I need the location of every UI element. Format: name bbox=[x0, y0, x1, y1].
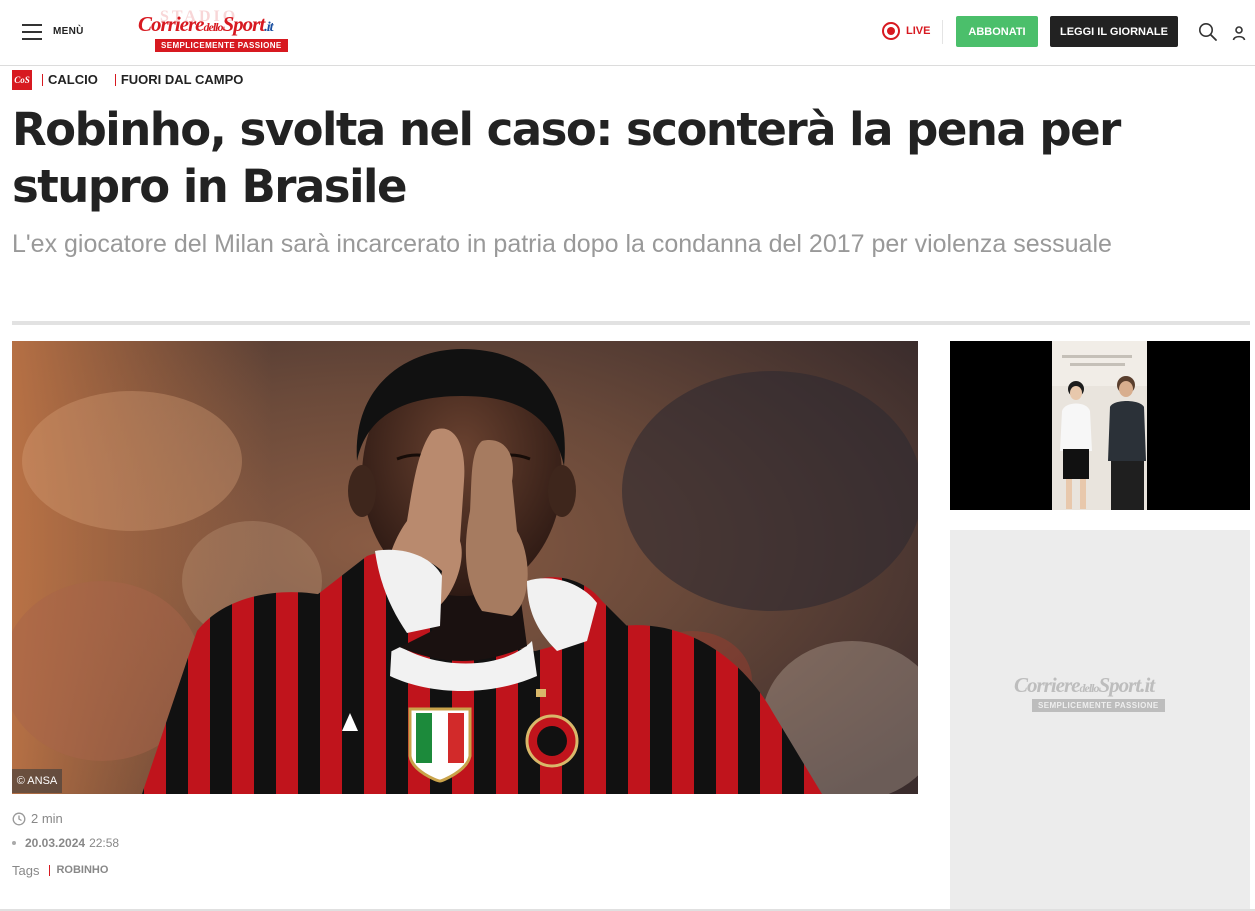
video-thumbnail bbox=[950, 341, 1250, 510]
title-divider bbox=[12, 321, 1250, 325]
breadcrumb: CoS CALCIO FUORI DAL CAMPO bbox=[12, 69, 243, 91]
publish-date: 20.03.2024 22:58 bbox=[12, 836, 119, 850]
article-hero-image[interactable]: © ANSA bbox=[12, 341, 918, 794]
tags-label: Tags bbox=[12, 863, 40, 878]
subscribe-button[interactable]: ABBONATI bbox=[956, 16, 1038, 47]
publish-date-value: 20.03.2024 bbox=[25, 836, 86, 850]
menu-label[interactable]: MENÙ bbox=[53, 26, 84, 37]
read-time: 2 min bbox=[12, 811, 63, 826]
site-logo[interactable]: STADIO CorrieredelloSport.it SEMPLICEMEN… bbox=[138, 8, 304, 54]
image-credit: © ANSA bbox=[12, 769, 62, 793]
section-badge[interactable]: CoS bbox=[12, 70, 32, 90]
ad-placeholder-logo: CorrieredelloSport.it SEMPLICEMENTE PASS… bbox=[1014, 673, 1189, 715]
live-label: LIVE bbox=[906, 25, 931, 37]
tag-robinho[interactable]: ROBINHO bbox=[49, 865, 108, 876]
article-headline: Robinho, svolta nel caso: sconterà la pe… bbox=[12, 103, 1121, 213]
read-newspaper-button[interactable]: LEGGI IL GIORNALE bbox=[1050, 16, 1178, 47]
site-header: MENÙ STADIO CorrieredelloSport.it SEMPLI… bbox=[0, 0, 1255, 66]
header-divider bbox=[942, 20, 943, 44]
breadcrumb-item-fuori-dal-campo[interactable]: FUORI DAL CAMPO bbox=[114, 73, 243, 86]
ad-logo-wordmark: CorrieredelloSport.it bbox=[1014, 673, 1155, 697]
article-subheadline: L'ex giocatore del Milan sarà incarcerat… bbox=[12, 230, 1112, 258]
live-link[interactable]: LIVE bbox=[882, 22, 930, 40]
read-time-value: 2 min bbox=[31, 811, 63, 826]
hamburger-menu-icon[interactable] bbox=[22, 24, 42, 40]
user-icon[interactable] bbox=[1231, 25, 1247, 41]
hero-photo bbox=[12, 341, 918, 794]
logo-tagline: SEMPLICEMENTE PASSIONE bbox=[155, 39, 288, 52]
search-icon[interactable] bbox=[1198, 22, 1218, 42]
sidebar-ad-placeholder[interactable]: CorrieredelloSport.it SEMPLICEMENTE PASS… bbox=[950, 530, 1250, 911]
breadcrumb-item-calcio[interactable]: CALCIO bbox=[42, 73, 98, 86]
ad-logo-tagline: SEMPLICEMENTE PASSIONE bbox=[1032, 699, 1165, 712]
logo-wordmark: CorrieredelloSport.it bbox=[138, 12, 274, 36]
publish-time-value: 22:58 bbox=[89, 836, 120, 850]
clock-icon bbox=[12, 812, 26, 825]
live-record-icon bbox=[882, 22, 900, 40]
article-tags: Tags ROBINHO bbox=[12, 863, 108, 878]
sidebar-video-player[interactable] bbox=[950, 341, 1250, 510]
date-bullet bbox=[12, 841, 16, 845]
